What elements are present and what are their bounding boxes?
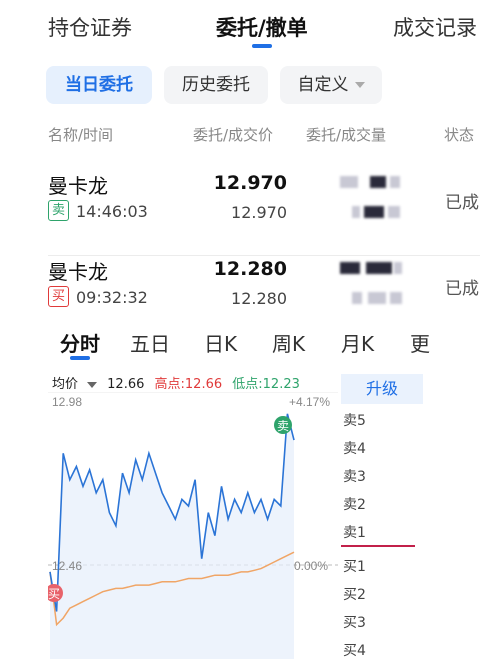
- column-header-status: 状态: [444, 126, 475, 144]
- low-point: 低点:12.23: [232, 377, 300, 392]
- sell-level-3: 卖3: [343, 469, 366, 485]
- sell-marker-label: 卖: [277, 419, 289, 433]
- filter-custom-dropdown[interactable]: 自定义: [280, 66, 382, 104]
- buy-level-4: 买4: [343, 643, 366, 659]
- y-axis-top-label: 12.98: [52, 395, 82, 409]
- tab-daily-k[interactable]: 日K: [204, 328, 237, 357]
- chevron-down-icon: [87, 381, 98, 388]
- tab-holdings[interactable]: 持仓证券: [48, 12, 132, 42]
- buy-level-1: 买1: [343, 559, 366, 575]
- book-divider: [341, 545, 415, 547]
- deal-price: 12.970: [231, 203, 287, 222]
- column-header-name-time: 名称/时间: [48, 126, 114, 144]
- sell-level-2: 卖2: [343, 497, 366, 513]
- tab-trade-records[interactable]: 成交记录: [393, 12, 477, 42]
- avg-price-toggle[interactable]: 均价: [52, 377, 98, 392]
- order-quantity-redacted: [340, 260, 404, 276]
- sell-level-4: 卖4: [343, 441, 366, 457]
- tab-intraday[interactable]: 分时: [60, 328, 100, 357]
- sell-marker[interactable]: 卖: [274, 416, 292, 434]
- filter-custom-label: 自定义: [297, 75, 349, 95]
- high-point: 高点:12.66: [154, 377, 223, 392]
- deal-price: 12.280: [231, 289, 287, 308]
- tab-monthly-k[interactable]: 月K: [341, 328, 374, 357]
- order-status: 已成: [445, 279, 479, 299]
- deal-quantity-redacted: [340, 290, 404, 306]
- upgrade-button[interactable]: 升级: [341, 374, 423, 404]
- order-row[interactable]: 曼卡龙 卖 14:46:03 12.970 12.970 已成: [0, 170, 500, 256]
- sell-level-5: 卖5: [343, 413, 366, 429]
- sell-badge: 卖: [48, 200, 69, 221]
- filter-history-orders[interactable]: 历史委托: [164, 66, 268, 104]
- order-price: 12.280: [213, 258, 287, 280]
- order-time: 14:46:03: [76, 202, 148, 221]
- tab-more[interactable]: 更: [410, 328, 430, 357]
- order-status: 已成: [445, 193, 479, 213]
- buy-level-3: 买3: [343, 615, 366, 631]
- top-tab-bar: 持仓证券 委托/撤单 成交记录: [0, 0, 500, 50]
- tab-five-day[interactable]: 五日: [130, 328, 170, 357]
- deal-quantity-redacted: [340, 204, 404, 220]
- buy-level-2: 买2: [343, 587, 366, 603]
- tab-weekly-k[interactable]: 周K: [272, 328, 305, 357]
- price-area: [50, 413, 294, 659]
- order-time: 09:32:32: [76, 288, 148, 307]
- stock-name: 曼卡龙: [48, 174, 108, 198]
- current-price: 12.66: [107, 377, 145, 392]
- avg-price-label: 均价: [52, 377, 79, 392]
- order-price: 12.970: [213, 172, 287, 194]
- price-area-fill: [50, 413, 294, 659]
- chart-tab-indicator: [70, 356, 90, 360]
- order-quantity-redacted: [340, 174, 404, 190]
- pct-mid-label: 0.00%: [294, 559, 328, 573]
- intraday-chart[interactable]: 12.98 12.46 +4.17% 0.00% 卖 买: [48, 392, 338, 659]
- y-axis-mid-label: 12.46: [52, 559, 82, 573]
- sell-level-1: 卖1: [343, 525, 366, 541]
- pct-top-label: +4.17%: [289, 395, 330, 409]
- chevron-down-icon: [354, 82, 365, 88]
- chart-info-bar: 均价 12.66 高点:12.66 低点:12.23: [52, 373, 306, 392]
- buy-marker-label: 买: [48, 587, 60, 601]
- buy-badge: 买: [48, 286, 69, 307]
- column-header-price: 委托/成交价: [193, 126, 274, 144]
- tab-orders-cancel[interactable]: 委托/撤单: [216, 12, 308, 42]
- active-tab-indicator: [252, 44, 272, 48]
- filter-today-orders[interactable]: 当日委托: [46, 66, 152, 104]
- stock-name: 曼卡龙: [48, 260, 108, 284]
- column-header-quantity: 委托/成交量: [306, 126, 387, 144]
